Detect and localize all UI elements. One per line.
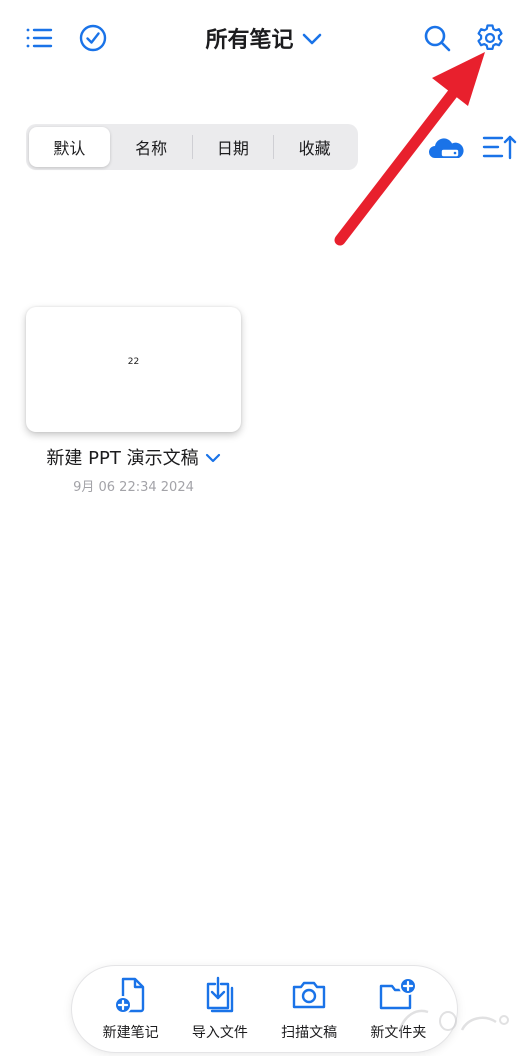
- sort-tab-date[interactable]: 日期: [193, 127, 274, 167]
- scan-document-button[interactable]: 扫描文稿: [266, 976, 352, 1042]
- watermark-logo: [398, 1009, 509, 1031]
- chevron-down-icon[interactable]: [205, 447, 221, 468]
- sort-tab-default[interactable]: 默认: [29, 127, 110, 167]
- import-file-button[interactable]: 导入文件: [177, 976, 263, 1042]
- chevron-down-icon: [302, 26, 322, 51]
- sort-segmented-control: 默认 名称 日期 收藏: [26, 124, 358, 170]
- note-title-row[interactable]: 新建 PPT 演示文稿: [26, 444, 241, 470]
- red-arrow-annotation: [334, 52, 485, 246]
- note-card[interactable]: 22: [26, 307, 241, 432]
- sort-tab-name[interactable]: 名称: [111, 127, 192, 167]
- page-title: 所有笔记: [205, 28, 294, 53]
- new-note-button[interactable]: 新建笔记: [88, 976, 174, 1042]
- camera-icon: [290, 976, 328, 1018]
- note-thumbnail-text: 22: [127, 357, 140, 367]
- note-title: 新建 PPT 演示文稿: [46, 448, 199, 469]
- note-date: 9月 06 22:34 2024: [73, 480, 194, 495]
- import-file-icon: [202, 976, 238, 1018]
- new-note-icon: [113, 976, 149, 1018]
